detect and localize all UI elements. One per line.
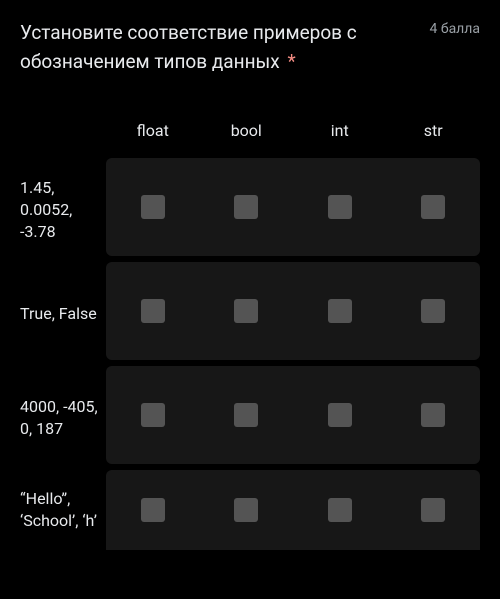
required-indicator: * xyxy=(287,50,295,73)
choice-cell xyxy=(200,366,294,464)
row-label-cell: 1.45, 0.0052, -3.78 xyxy=(20,167,106,252)
choice-cell xyxy=(293,470,387,550)
question-points: 4 балла xyxy=(429,18,480,37)
choice-box-r0-c1[interactable] xyxy=(234,195,258,219)
choice-cell xyxy=(200,470,294,550)
form-question-card: Установите соответствие примеров с обозн… xyxy=(0,0,500,550)
row-label-cell: True, False xyxy=(20,293,106,335)
choice-box-r3-c3[interactable] xyxy=(421,498,445,522)
choice-box-r1-c0[interactable] xyxy=(141,299,165,323)
choice-box-r3-c2[interactable] xyxy=(328,498,352,522)
question-header: Установите соответствие примеров с обозн… xyxy=(20,18,480,77)
choice-box-r1-c1[interactable] xyxy=(234,299,258,323)
choice-cell xyxy=(387,262,481,360)
choice-cell xyxy=(106,158,200,256)
choice-box-r0-c3[interactable] xyxy=(421,195,445,219)
choice-cell xyxy=(387,366,481,464)
choice-box-r2-c0[interactable] xyxy=(141,403,165,427)
choice-cell xyxy=(200,262,294,360)
row-label-cell: 4000, -405, 0, 187 xyxy=(20,386,106,449)
choice-cell xyxy=(293,158,387,256)
choice-box-r1-c3[interactable] xyxy=(421,299,445,323)
choice-cell xyxy=(106,366,200,464)
grid-corner-spacer xyxy=(20,130,106,148)
choice-box-r2-c3[interactable] xyxy=(421,403,445,427)
choice-cell xyxy=(387,158,481,256)
choice-box-r1-c2[interactable] xyxy=(328,299,352,323)
question-text-content: Установите соответствие примеров с обозн… xyxy=(20,21,357,73)
choice-cell xyxy=(293,366,387,464)
choice-box-r2-c1[interactable] xyxy=(234,403,258,427)
choice-box-r3-c1[interactable] xyxy=(234,498,258,522)
row-label-cell: “Hello”, ‘School’, ‘h’ xyxy=(20,478,106,541)
choice-cell xyxy=(200,158,294,256)
choice-box-r0-c2[interactable] xyxy=(328,195,352,219)
choice-cell xyxy=(293,262,387,360)
row-label: True, False xyxy=(20,303,102,325)
column-header-str: str xyxy=(387,121,481,158)
choice-box-r3-c0[interactable] xyxy=(141,498,165,522)
row-label: “Hello”, ‘School’, ‘h’ xyxy=(20,488,102,531)
question-text: Установите соответствие примеров с обозн… xyxy=(20,18,417,77)
row-label: 1.45, 0.0052, -3.78 xyxy=(20,177,102,242)
choice-box-r0-c0[interactable] xyxy=(141,195,165,219)
row-label: 4000, -405, 0, 187 xyxy=(20,396,102,439)
column-header-float: float xyxy=(106,121,200,158)
matching-grid: float bool int str 1.45, 0.0052, -3.78 T… xyxy=(20,121,480,550)
column-header-int: int xyxy=(293,121,387,158)
choice-cell xyxy=(106,262,200,360)
choice-cell xyxy=(387,470,481,550)
column-header-bool: bool xyxy=(200,121,294,158)
choice-box-r2-c2[interactable] xyxy=(328,403,352,427)
choice-cell xyxy=(106,470,200,550)
